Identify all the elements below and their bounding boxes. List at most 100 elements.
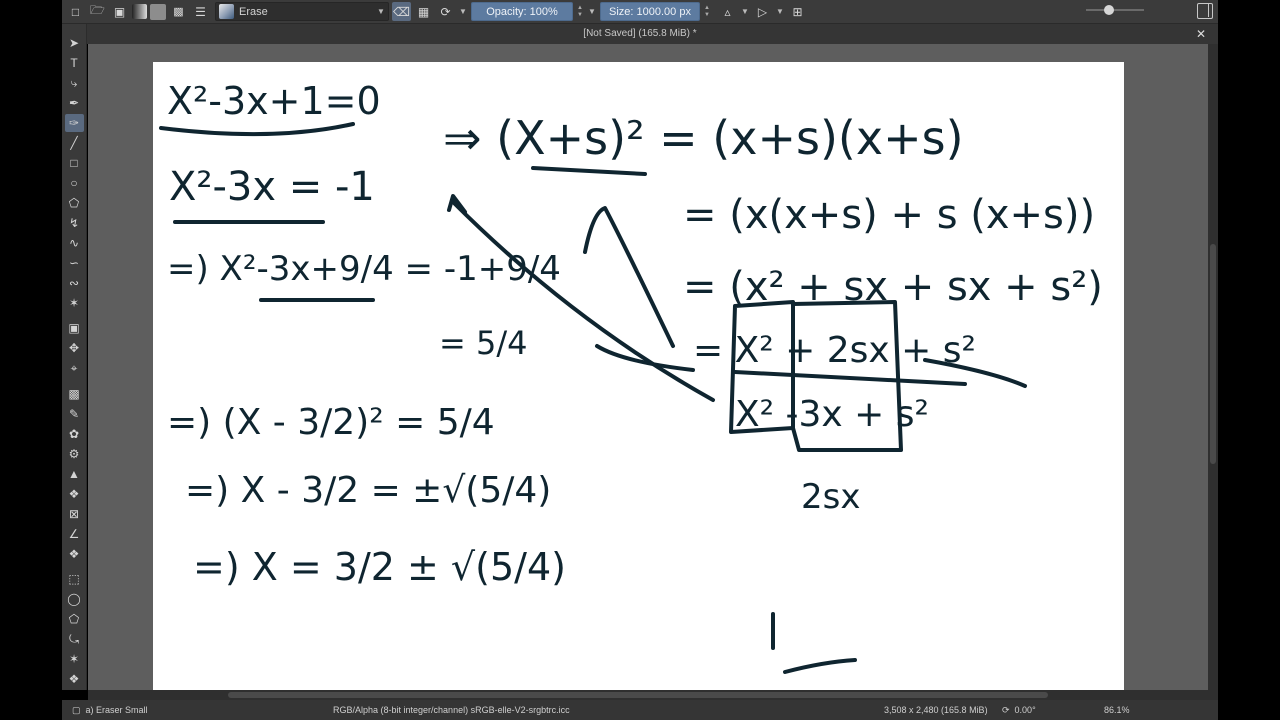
- opacity-spinner[interactable]: ▲ ▼: [576, 2, 584, 21]
- edit-shapes-icon[interactable]: ⤷: [65, 74, 84, 92]
- color-profile: RGB/Alpha (8-bit integer/channel) sRGB-e…: [333, 705, 570, 715]
- docker-toggle-icon[interactable]: [1197, 3, 1213, 19]
- equation-4: = 5/4: [439, 324, 527, 362]
- arrow-to-x-squared: [451, 200, 715, 402]
- opacity-slider[interactable]: Opacity: 100%: [471, 2, 573, 21]
- select-shapes-icon[interactable]: ➤: [65, 34, 84, 52]
- pan-tool-icon[interactable]: ❖: [65, 670, 84, 688]
- measure-tool-icon[interactable]: ∠: [65, 524, 84, 542]
- crop-area-icon[interactable]: ▣: [65, 319, 84, 337]
- chevron-down-icon[interactable]: ▼: [740, 7, 750, 16]
- close-icon[interactable]: ✕: [1196, 24, 1206, 44]
- brush-preset-name: Erase: [239, 5, 268, 18]
- canvas-paper[interactable]: X²-3x+1=0 X²-3x = -1 =) X²-3x+9/4 = -1+9…: [153, 62, 1124, 690]
- move-tool-icon[interactable]: ✥: [65, 339, 84, 357]
- mirror-vertical-icon[interactable]: ▷: [753, 2, 772, 21]
- image-size: 3,508 x 2,480 (165.8 MiB): [884, 705, 988, 715]
- chevron-down-icon[interactable]: ▼: [775, 7, 785, 16]
- expansion-1: ⇒ (X+s)² = (x+s)(x+s): [443, 111, 964, 165]
- brush-preset-thumbnail: [219, 4, 234, 19]
- rectangle-tool-icon[interactable]: □: [65, 154, 84, 172]
- ellipse-tool-icon[interactable]: ○: [65, 174, 84, 192]
- mirror-horizontal-icon[interactable]: ▵: [718, 2, 737, 21]
- equation-5: =) (X - 3/2)² = 5/4: [167, 402, 495, 443]
- eraser-mode-icon[interactable]: ⌫: [392, 2, 411, 21]
- polygonal-selection-icon[interactable]: ⬠: [65, 610, 84, 628]
- expansion-2: = (x(x+s) + s (x+s)): [683, 192, 1095, 238]
- horizontal-scrollbar[interactable]: [88, 690, 1218, 700]
- handwriting-layer: X²-3x+1=0 X²-3x = -1 =) X²-3x+9/4 = -1+9…: [159, 79, 1103, 674]
- status-bar: ▢ a) Eraser Small RGB/Alpha (8-bit integ…: [62, 700, 1218, 720]
- rectangular-selection-icon[interactable]: ⬚: [65, 570, 84, 588]
- elliptical-selection-icon[interactable]: ◯: [65, 590, 84, 608]
- assistant-tool-icon[interactable]: ❖: [65, 485, 84, 503]
- scroll-thumb[interactable]: [228, 692, 1048, 698]
- gradient-icon[interactable]: [132, 4, 147, 19]
- reload-preset-icon[interactable]: ⟳: [436, 2, 455, 21]
- freehand-brush-icon[interactable]: ✑: [64, 113, 84, 133]
- fg-bg-color-icon[interactable]: ▩: [169, 2, 188, 21]
- size-label: Size: 1000.00 px: [609, 5, 691, 18]
- reference-images-icon[interactable]: ❖: [65, 544, 84, 562]
- freehand-selection-icon[interactable]: ⤿: [65, 630, 84, 648]
- vertical-scrollbar[interactable]: [1208, 44, 1218, 690]
- wrap-around-icon[interactable]: ⊞: [788, 2, 807, 21]
- crop-tool-icon[interactable]: ⌖: [65, 359, 84, 377]
- gradient-tool-icon[interactable]: ▩: [65, 385, 84, 403]
- brush-status: ▢ a) Eraser Small: [72, 705, 148, 716]
- brush-settings-icon[interactable]: ☰: [191, 2, 210, 21]
- equation-1: X²-3x+1=0: [167, 79, 381, 123]
- open-folder-icon[interactable]: 🗁: [88, 2, 107, 21]
- multibrush-icon[interactable]: ✶: [65, 293, 84, 311]
- docker-area: [1218, 0, 1280, 720]
- middle-term: 2sx: [801, 477, 860, 517]
- top-toolbar: □ 🗁 ▣ ▩ ☰ Erase ▼ ⌫ ▦ ⟳ ▼ Opacity: 100% …: [62, 0, 1218, 24]
- bezier-tool-icon[interactable]: ∿: [65, 234, 84, 252]
- chevron-down-icon: ▼: [377, 7, 385, 16]
- canvas-viewport[interactable]: X²-3x+1=0 X²-3x = -1 =) X²-3x+9/4 = -1+9…: [88, 44, 1208, 690]
- divider-line: [733, 370, 967, 386]
- polyline-tool-icon[interactable]: ↯: [65, 214, 84, 232]
- scribble-mark: [783, 658, 857, 674]
- chevron-down-icon[interactable]: ▼: [587, 7, 597, 16]
- brush-preset-selector[interactable]: Erase ▼: [215, 2, 389, 21]
- alpha-lock-icon[interactable]: ▦: [414, 2, 433, 21]
- opacity-label: Opacity: 100%: [486, 5, 558, 18]
- line-tool-icon[interactable]: ╱: [65, 134, 84, 152]
- underline-4: [531, 166, 647, 176]
- document-tab-bar: [Not Saved] (165.8 MiB) * ✕: [62, 24, 1218, 44]
- chevron-down-icon[interactable]: ▼: [458, 7, 468, 16]
- toolbox: ➤ T ⤷ ✒ ✑ ╱ □ ○ ⬠ ↯ ∿ ∽ ∾ ✶ ▣ ✥ ⌖ ▩ ✎ ✿ …: [62, 24, 87, 690]
- transform-tool-icon[interactable]: ⊠: [65, 505, 84, 523]
- underline-1: [159, 122, 355, 137]
- size-slider[interactable]: Size: 1000.00 px: [600, 2, 700, 21]
- pattern-swatch[interactable]: [150, 3, 166, 20]
- equation-3: =) X²-3x+9/4 = -1+9/4: [167, 249, 561, 289]
- save-icon[interactable]: ▣: [110, 2, 129, 21]
- contiguous-selection-icon[interactable]: ✶: [65, 650, 84, 668]
- new-document-icon[interactable]: □: [66, 2, 85, 21]
- equation-6: =) X - 3/2 = ±√(5/4): [185, 470, 551, 511]
- text-tool-icon[interactable]: T: [65, 54, 84, 72]
- fill-bucket-icon[interactable]: ▲: [65, 465, 84, 483]
- smart-patch-icon[interactable]: ⚙: [65, 445, 84, 463]
- equation-2: X²-3x = -1: [169, 164, 375, 210]
- colorize-mask-icon[interactable]: ✿: [65, 425, 84, 443]
- zoom-value: 86.1%: [1104, 705, 1130, 715]
- rotate-icon: ⟳: [1002, 704, 1010, 715]
- document-title[interactable]: [Not Saved] (165.8 MiB) *: [583, 28, 696, 39]
- dynamic-brush-icon[interactable]: ∾: [65, 273, 84, 291]
- rotation-value: 0.00°: [1014, 705, 1036, 715]
- color-picker-icon[interactable]: ✎: [65, 405, 84, 423]
- polygon-tool-icon[interactable]: ⬠: [65, 194, 84, 212]
- equation-7: =) X = 3/2 ± √(5/4): [193, 545, 566, 589]
- calligraphy-icon[interactable]: ✒: [65, 94, 84, 112]
- freehand-path-icon[interactable]: ∽: [65, 253, 84, 271]
- arrow-head-1: [447, 194, 467, 214]
- brush-preview-icon: ▢: [72, 704, 81, 715]
- zoom-slider[interactable]: [1086, 9, 1144, 11]
- zoom-slider-handle[interactable]: [1104, 5, 1114, 15]
- size-spinner[interactable]: ▲ ▼: [703, 2, 711, 21]
- rotation-status: ⟳ 0.00°: [1002, 705, 1036, 716]
- scroll-thumb[interactable]: [1210, 244, 1216, 464]
